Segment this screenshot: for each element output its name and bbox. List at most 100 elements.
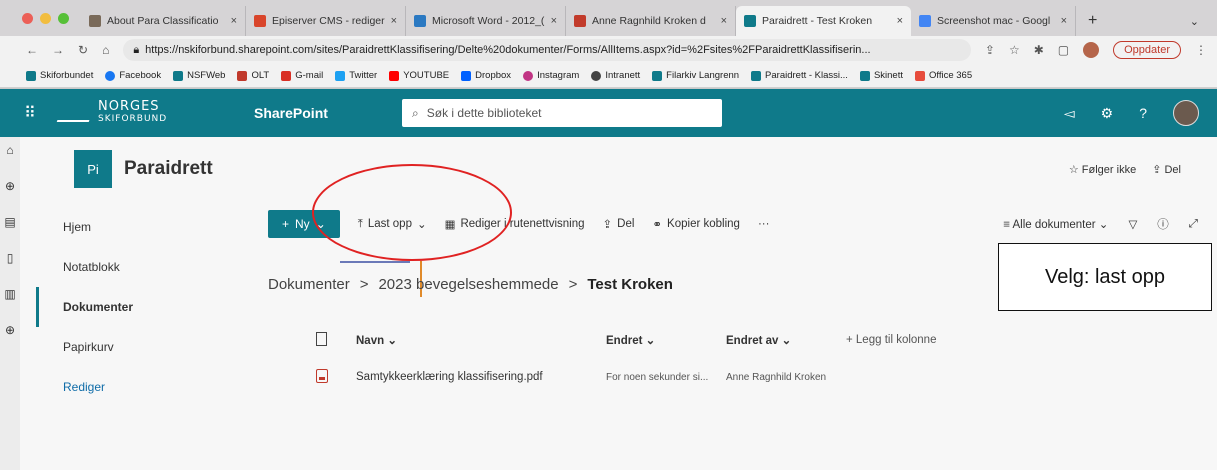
bookmark-item[interactable]: Skiforbundet [26, 70, 93, 81]
back-arrow-icon[interactable]: ← [26, 43, 38, 57]
bookmark-item[interactable]: Paraidrett - Klassi... [751, 70, 848, 81]
file-name-link[interactable]: Samtykkeerklæring klassifisering.pdf [356, 371, 606, 383]
tab-search-chevron-icon[interactable]: ⌄ [1172, 6, 1217, 36]
files-icon[interactable]: ▯ [7, 251, 14, 265]
browser-tab[interactable]: Anne Ragnhild Kroken d × [566, 6, 736, 36]
home-icon[interactable]: ⌂ [6, 143, 13, 157]
browser-tab[interactable]: Screenshot mac - Googl × [911, 6, 1076, 36]
nav-item-recycle-bin[interactable]: Papirkurv [36, 327, 188, 367]
file-type-header[interactable] [316, 331, 356, 349]
nav-item-documents[interactable]: Dokumenter [36, 287, 188, 327]
column-header-name[interactable]: Navn ⌄ [356, 333, 606, 347]
help-icon[interactable]: ? [1139, 105, 1147, 121]
library-search-input[interactable]: ⌕ Søk i dette biblioteket [402, 99, 722, 127]
link-icon: ⚭ [652, 219, 663, 231]
user-avatar[interactable] [1173, 100, 1199, 126]
new-tab-button[interactable]: + [1076, 6, 1109, 36]
site-logo[interactable]: Pi [74, 150, 112, 188]
settings-gear-icon[interactable]: ⚙ [1101, 105, 1114, 122]
kebab-menu-icon[interactable]: ⋮ [1195, 43, 1207, 57]
pdf-icon [316, 368, 328, 383]
info-icon[interactable]: ⓘ [1157, 216, 1169, 232]
breadcrumb-item-documents[interactable]: Dokumenter [268, 276, 350, 293]
share-site-button[interactable]: ⇪ Del [1152, 163, 1181, 176]
skier-mark-icon [56, 104, 96, 122]
breadcrumb-item-folder[interactable]: 2023 bevegelseshemmede [378, 276, 558, 293]
bookmark-item[interactable]: Dropbox [461, 70, 511, 81]
column-header-modified-by[interactable]: Endret av ⌄ [726, 333, 846, 347]
view-switcher[interactable]: ≡ Alle dokumenter ⌄ [1003, 217, 1108, 231]
share-button[interactable]: ⇪ Del [603, 217, 635, 231]
globe-icon[interactable]: ⊕ [5, 179, 15, 193]
sidepanel-icon[interactable]: ▢ [1058, 43, 1069, 57]
forward-arrow-icon[interactable]: → [52, 43, 64, 57]
bookmark-favicon-icon [523, 70, 534, 81]
bookmark-star-icon[interactable]: ☆ [1009, 43, 1020, 57]
bookmark-item[interactable]: YOUTUBE [389, 70, 449, 81]
close-tab-icon[interactable]: × [231, 15, 237, 27]
bookmark-favicon-icon [389, 70, 400, 81]
add-column-button[interactable]: + Legg til kolonne [846, 334, 936, 346]
expand-icon[interactable]: ⤢ [1189, 218, 1198, 231]
tab-favicon-icon [919, 15, 931, 27]
home-icon[interactable]: ⌂ [102, 43, 109, 57]
copy-link-button[interactable]: ⚭ Kopier kobling [652, 217, 740, 231]
more-actions-button[interactable]: ··· [758, 218, 770, 230]
search-icon: ⌕ [412, 105, 419, 120]
bookmark-item[interactable]: Instagram [523, 70, 579, 81]
megaphone-icon[interactable]: ◅ [1064, 105, 1075, 122]
bookmark-item[interactable]: Twitter [335, 70, 377, 81]
browser-tab[interactable]: Microsoft Word - 2012_( × [406, 6, 566, 36]
sharepoint-suitebar: ⠿ NORGES SKIFORBUND SharePoint ⌕ Søk i d… [0, 89, 1217, 137]
follow-button[interactable]: ☆ Følger ikke [1069, 163, 1136, 176]
share-page-icon[interactable]: ⇪ [985, 43, 995, 57]
close-tab-icon[interactable]: × [391, 15, 397, 27]
reload-icon[interactable]: ↻ [78, 43, 88, 57]
bookmark-favicon-icon [914, 70, 925, 81]
close-tab-icon[interactable]: × [551, 15, 557, 27]
lists-icon[interactable]: ▥ [4, 287, 15, 301]
create-icon[interactable]: ⊕ [5, 323, 15, 337]
bookmark-item[interactable]: Filarkiv Langrenn [652, 70, 739, 81]
column-header-modified[interactable]: Endret ⌄ [606, 333, 726, 347]
browser-tab[interactable]: Episerver CMS - rediger × [246, 6, 406, 36]
bookmark-favicon-icon [461, 70, 472, 81]
bookmark-item[interactable]: G-mail [281, 70, 323, 81]
bookmark-item[interactable]: Intranett [591, 70, 640, 81]
list-header: Navn ⌄ Endret ⌄ Endret av ⌄ + Legg til k… [316, 328, 1216, 352]
lock-icon: 🔒︎ [133, 43, 140, 56]
nav-item-home[interactable]: Hjem [36, 207, 188, 247]
breadcrumb-separator: > [568, 276, 578, 293]
profile-avatar[interactable] [1083, 42, 1100, 58]
norges-skiforbund-logo[interactable]: NORGES SKIFORBUND [56, 100, 232, 125]
close-tab-icon[interactable]: × [721, 15, 727, 27]
sharepoint-app-title[interactable]: SharePoint [232, 105, 402, 121]
nav-item-notebook[interactable]: Notatblokk [36, 247, 188, 287]
instruction-callout: Velg: last opp [998, 243, 1212, 311]
edit-navigation-link[interactable]: Rediger [36, 367, 188, 407]
chevron-down-icon: ⌄ [387, 335, 397, 347]
url-field[interactable]: 🔒︎ https://nskiforbund.sharepoint.com/si… [123, 39, 971, 61]
minimize-window-button[interactable] [40, 12, 51, 24]
bookmark-item[interactable]: Office 365 [914, 70, 972, 81]
modified-by-cell[interactable]: Anne Ragnhild Kroken [726, 372, 846, 383]
bookmark-item[interactable]: OLT [237, 70, 269, 81]
table-row[interactable]: Samtykkeerklæring klassifisering.pdf For… [316, 362, 1216, 392]
site-navigation: Hjem Notatblokk Dokumenter Papirkurv Red… [36, 207, 188, 407]
bookmark-item[interactable]: Skinett [859, 70, 903, 81]
app-launcher-waffle-icon[interactable]: ⠿ [0, 103, 60, 123]
close-tab-icon[interactable]: × [1061, 15, 1067, 27]
bookmark-item[interactable]: NSFWeb [173, 70, 225, 81]
close-window-button[interactable] [22, 12, 33, 24]
bookmark-item[interactable]: Facebook [105, 70, 161, 81]
browser-tab[interactable]: About Para Classificatio × [81, 6, 246, 36]
site-title[interactable]: Paraidrett [124, 158, 213, 180]
browser-tab-active[interactable]: Paraidrett - Test Kroken × [736, 6, 911, 36]
tab-title: Screenshot mac - Googl [937, 15, 1051, 27]
update-browser-button[interactable]: Oppdater [1113, 41, 1181, 59]
filter-icon[interactable]: ▽ [1128, 217, 1137, 231]
close-tab-icon[interactable]: × [897, 15, 903, 27]
extensions-icon[interactable]: ✱ [1034, 43, 1044, 57]
zoom-window-button[interactable] [58, 12, 69, 24]
news-icon[interactable]: ▤ [4, 215, 15, 229]
